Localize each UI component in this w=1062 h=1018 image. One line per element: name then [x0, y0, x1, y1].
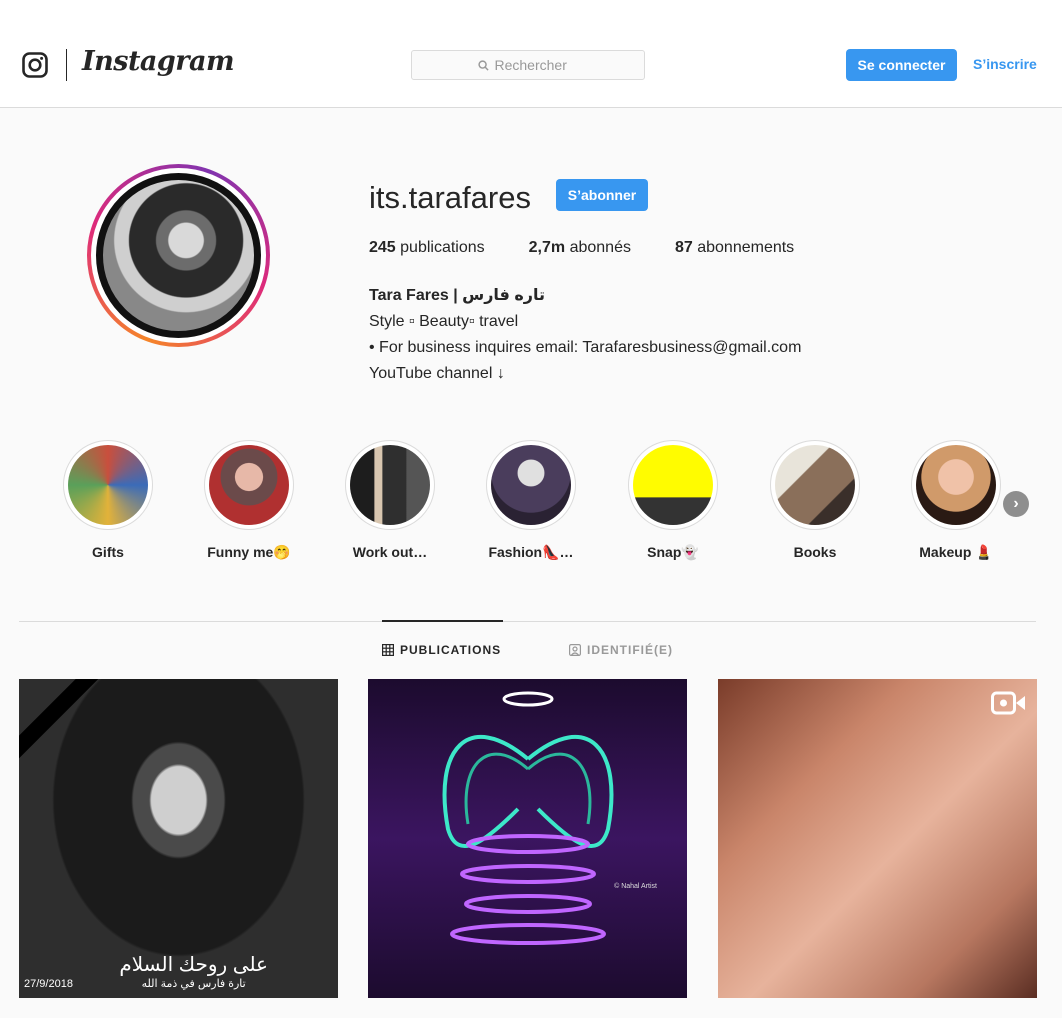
highlight-label: Gifts [92, 544, 124, 560]
story-highlight-books[interactable]: Books [770, 440, 860, 560]
highlight-ring [204, 440, 294, 530]
video-icon [991, 691, 1025, 715]
chevron-right-icon: › [1013, 495, 1019, 512]
highlights-next-button[interactable]: › [1003, 491, 1029, 517]
grid-icon [382, 644, 394, 656]
story-highlight-gifts[interactable]: Gifts [63, 440, 153, 560]
highlight-ring [63, 440, 153, 530]
neon-wings-artwork [442, 691, 613, 945]
mourning-ribbon [19, 679, 105, 773]
bio-line: Style ▫ Beauty▫ travel [369, 313, 519, 330]
follow-button[interactable]: S’abonner [556, 179, 648, 211]
profile-bio: Tara Fares | تاره فارس Style ▫ Beauty▫ t… [369, 283, 801, 387]
profile-avatar[interactable] [87, 164, 270, 347]
profile-stats: 245 publications 2,7m abonnés 87 abonnem… [369, 239, 838, 257]
bio-line: YouTube channel ↓ [369, 365, 505, 382]
story-highlight-funny-me[interactable]: Funny me🤭 [204, 440, 294, 560]
highlight-cover [68, 445, 148, 525]
login-button[interactable]: Se connecter [846, 49, 957, 81]
highlight-ring [486, 440, 576, 530]
signup-link[interactable]: S’inscrire [973, 56, 1037, 72]
story-highlight-makeup[interactable]: Makeup 💄 [911, 440, 1001, 560]
posts-count: 245 publications [369, 239, 485, 256]
tab-label: PUBLICATIONS [400, 643, 502, 657]
post-date-overlay: 27/9/2018 [24, 978, 73, 990]
profile-username: its.tarafares [369, 180, 531, 215]
highlight-cover [491, 445, 571, 525]
instagram-camera-icon[interactable] [22, 52, 48, 78]
highlight-label: Fashion👠… [488, 544, 574, 560]
top-navigation-bar: Instagram Se connecter S’inscrire [0, 0, 1062, 108]
highlight-ring [911, 440, 1001, 530]
search-box[interactable] [411, 50, 645, 80]
highlight-ring [770, 440, 860, 530]
story-highlight-fashion[interactable]: Fashion👠… [486, 440, 576, 560]
active-tab-indicator [382, 620, 503, 622]
highlight-label: Makeup 💄 [919, 544, 993, 560]
post-caption-overlay: على روحك السلام تارة فارس في ذمة الله [119, 954, 268, 990]
highlight-label: Funny me🤭 [207, 544, 291, 560]
logo-divider [66, 49, 67, 81]
tab-label: IDENTIFIÉ(E) [587, 643, 673, 657]
tab-publications[interactable]: PUBLICATIONS [382, 643, 501, 657]
highlight-ring [345, 440, 435, 530]
highlight-cover [916, 445, 996, 525]
post-thumbnail[interactable] [718, 679, 1037, 998]
post-thumbnail[interactable]: © Nahal Artist [368, 679, 687, 998]
tagged-person-icon [569, 644, 581, 656]
tab-tagged[interactable]: IDENTIFIÉ(E) [569, 643, 673, 657]
instagram-wordmark[interactable]: Instagram [82, 46, 235, 77]
story-highlight-snap[interactable]: Snap👻 [628, 440, 718, 560]
avatar-photo [96, 173, 261, 338]
highlight-cover [633, 445, 713, 525]
tabs-divider [19, 621, 1036, 622]
highlight-cover [775, 445, 855, 525]
followers-count[interactable]: 2,7m abonnés [529, 239, 631, 257]
search-icon [477, 59, 489, 71]
highlight-label: Snap👻 [647, 544, 699, 560]
post-thumbnail[interactable]: على روحك السلام تارة فارس في ذمة الله 27… [19, 679, 338, 998]
profile-full-name: Tara Fares | تاره فارس [369, 287, 546, 304]
story-highlight-work-out[interactable]: Work out… [345, 440, 435, 560]
highlight-label: Work out… [352, 544, 428, 560]
search-input[interactable] [494, 57, 579, 73]
artist-credit: © Nahal Artist [614, 883, 657, 890]
highlight-ring [628, 440, 718, 530]
following-count[interactable]: 87 abonnements [675, 239, 794, 257]
highlight-label: Books [793, 544, 837, 560]
highlight-cover [350, 445, 430, 525]
highlight-cover [209, 445, 289, 525]
avatar-frame [91, 168, 266, 343]
bio-line: • For business inquires email: Tarafares… [369, 339, 802, 356]
